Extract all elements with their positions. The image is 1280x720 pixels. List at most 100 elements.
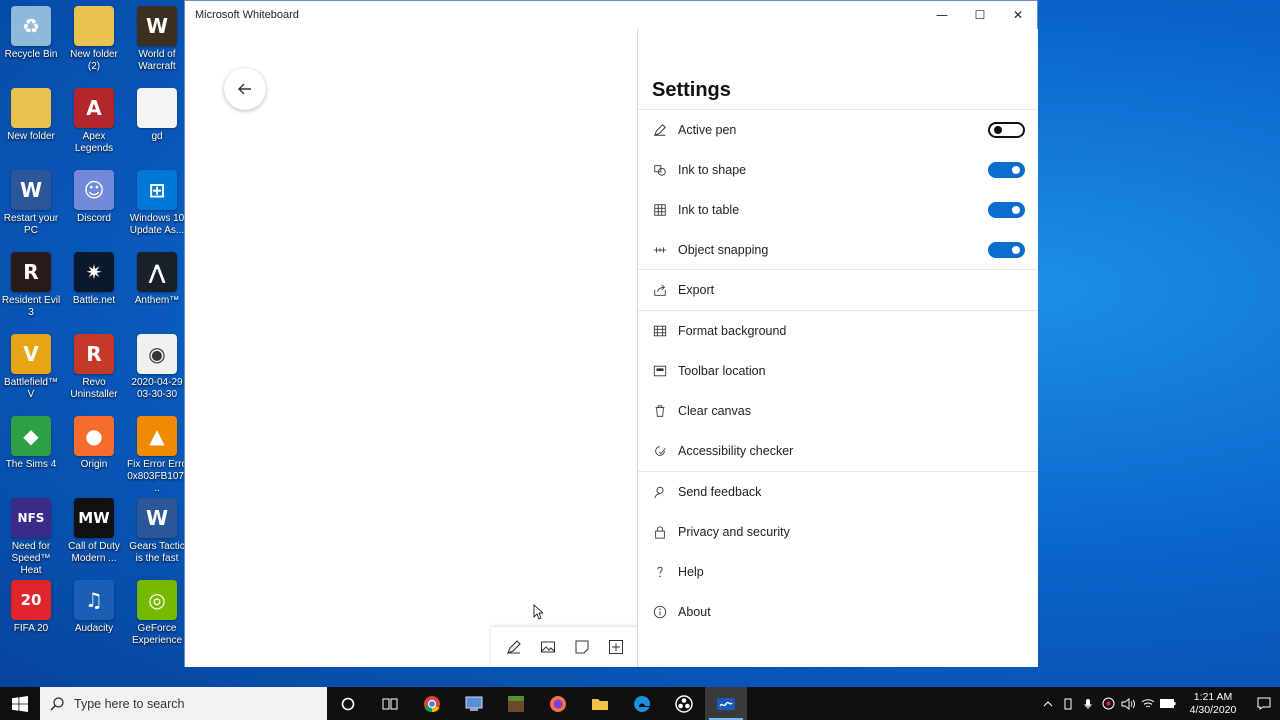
origin-icon: ● (74, 416, 114, 456)
taskbar-edge[interactable] (621, 687, 663, 720)
setting-privacy-and-security[interactable]: Privacy and security (638, 512, 1038, 552)
cortana-button[interactable] (327, 687, 369, 720)
desktop-icon[interactable]: V Battlefield™ V (0, 334, 62, 401)
setting-help[interactable]: Help (638, 552, 1038, 592)
taskbar-obs[interactable] (663, 687, 705, 720)
app-tray-button[interactable] (1098, 687, 1118, 720)
desktop-icon[interactable]: MW Call of Duty Modern ... (63, 498, 125, 565)
volume-button[interactable] (1118, 687, 1138, 720)
desktop-icon[interactable]: W Restart your PC (0, 170, 62, 237)
toggle-knob (1012, 246, 1020, 254)
desktop-icon[interactable]: ● Origin (63, 416, 125, 471)
desktop-icon[interactable]: ♻ Recycle Bin (0, 6, 62, 61)
whiteboard-canvas[interactable] (185, 29, 639, 667)
setting-clear-canvas[interactable]: Clear canvas (638, 391, 1038, 431)
taskbar-chrome[interactable] (411, 687, 453, 720)
file-icon (137, 88, 177, 128)
setting-send-feedback[interactable]: Send feedback (638, 472, 1038, 512)
divider (638, 109, 1038, 110)
start-button[interactable] (0, 687, 40, 720)
show-hidden-icons-button[interactable] (1038, 687, 1058, 720)
battery-button[interactable] (1158, 687, 1178, 720)
taskbar-control-panel[interactable] (453, 687, 495, 720)
sticky-note-icon (575, 640, 589, 654)
desktop-icon[interactable]: gd (126, 88, 188, 143)
window-controls: — ☐ ✕ (923, 1, 1037, 29)
desktop-icon[interactable]: NFS Need for Speed™ Heat (0, 498, 62, 577)
task-view-button[interactable] (369, 687, 411, 720)
obs-icon (675, 694, 693, 713)
action-center-button[interactable] (1248, 687, 1280, 720)
desktop-icon-label: gd (151, 131, 163, 142)
maximize-button[interactable]: ☐ (961, 1, 999, 29)
desktop-icon[interactable]: ♫ Audacity (63, 580, 125, 635)
desktop-icon-label: New folder (7, 131, 55, 142)
setting-format-background[interactable]: Format background (638, 311, 1038, 351)
desktop-icon[interactable]: W World of Warcraft (126, 6, 188, 73)
close-button[interactable]: ✕ (999, 1, 1037, 29)
wifi-icon (1141, 699, 1155, 708)
desktop-icon[interactable]: ◉ 2020-04-29 03-30-30 (126, 334, 188, 401)
insert-tool-button[interactable] (604, 635, 628, 659)
snap-icon (652, 242, 668, 258)
setting-accessibility-checker[interactable]: Accessibility checker (638, 431, 1038, 471)
setting-ink-to-table[interactable]: Ink to table (638, 190, 1038, 230)
desktop-icon-label: Gears Tactic is the fast (129, 541, 185, 564)
taskbar-whiteboard[interactable] (705, 687, 747, 720)
setting-object-snapping[interactable]: Object snapping (638, 230, 1038, 270)
desktop-icon-label: Revo Uninstaller (70, 377, 118, 400)
minimize-button[interactable]: — (923, 1, 961, 29)
desktop-icon[interactable]: New folder (0, 88, 62, 143)
network-button[interactable] (1138, 687, 1158, 720)
desktop-icon[interactable]: R Resident Evil 3 (0, 252, 62, 319)
clock[interactable]: 1:21 AM 4/30/2020 (1178, 691, 1248, 717)
help-icon (652, 564, 668, 580)
desktop-icon[interactable]: A Apex Legends (63, 88, 125, 155)
desktop-icon[interactable]: ☺ Discord (63, 170, 125, 225)
pen-tool-button[interactable] (502, 635, 526, 659)
feedback-icon (652, 484, 668, 500)
desktop-icon[interactable]: W Gears Tactic is the fast (126, 498, 188, 565)
desktop-icon[interactable]: 20 FIFA 20 (0, 580, 62, 635)
setting-ink-to-shape[interactable]: Ink to shape (638, 150, 1038, 190)
image-tool-button[interactable] (536, 635, 560, 659)
taskbar-firefox[interactable] (537, 687, 579, 720)
desktop-icon[interactable]: ▲ Fix Error Erro 0x803FB107... (126, 416, 188, 495)
title-bar[interactable]: Microsoft Whiteboard — ☐ ✕ (185, 1, 1037, 29)
toggle-switch[interactable] (988, 202, 1025, 218)
taskbar-minecraft[interactable] (495, 687, 537, 720)
toggle-switch[interactable] (988, 242, 1025, 258)
microphone-tray-button[interactable] (1078, 687, 1098, 720)
usb-tray-button[interactable] (1058, 687, 1078, 720)
note-tool-button[interactable] (570, 635, 594, 659)
desktop-icon-label: 2020-04-29 03-30-30 (131, 377, 183, 400)
desktop-icon[interactable]: ⊞ Windows 10 Update As... (126, 170, 188, 237)
setting-label: Accessibility checker (678, 444, 794, 458)
desktop-icon-label: Battle.net (72, 295, 116, 306)
taskbar-search-box[interactable]: Type here to search (40, 687, 327, 720)
clock-time: 1:21 AM (1193, 690, 1233, 703)
setting-about[interactable]: About (638, 592, 1038, 632)
desktop-icon[interactable]: R Revo Uninstaller (63, 334, 125, 401)
desktop-icon-label: Battlefield™ V (4, 377, 58, 400)
word-doc-icon: W (137, 498, 177, 538)
desktop-icon[interactable]: ✷ Battle.net (63, 252, 125, 307)
toggle-knob (1012, 166, 1020, 174)
setting-active-pen[interactable]: Active pen (638, 110, 1038, 150)
toggle-switch[interactable] (988, 122, 1025, 138)
toggle-knob (1012, 206, 1020, 214)
setting-toolbar-location[interactable]: Toolbar location (638, 351, 1038, 391)
desktop-icon[interactable]: New folder (2) (63, 6, 125, 73)
desktop-icon[interactable]: ◆ The Sims 4 (0, 416, 62, 471)
minecraft-icon (508, 695, 524, 712)
app-tray-icon (1102, 697, 1114, 710)
speaker-icon (1121, 697, 1135, 710)
back-button[interactable] (224, 68, 266, 110)
battlenet-icon: ✷ (74, 252, 114, 292)
desktop-icon[interactable]: ⋀ Anthem™ (126, 252, 188, 307)
taskbar-file-explorer[interactable] (579, 687, 621, 720)
toggle-switch[interactable] (988, 162, 1025, 178)
setting-label: Ink to table (678, 203, 740, 217)
desktop-icon[interactable]: ◎ GeForce Experience (126, 580, 188, 647)
setting-export[interactable]: Export (638, 270, 1038, 310)
